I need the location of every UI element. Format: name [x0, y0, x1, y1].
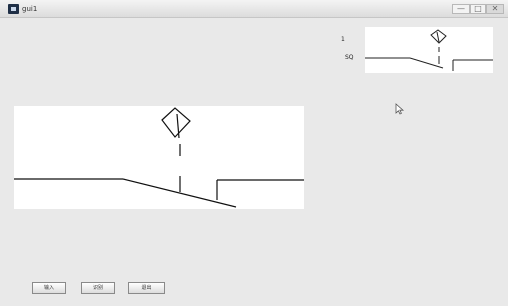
recognize-button[interactable]: 识别 — [81, 282, 115, 294]
input-button[interactable]: 输入 — [32, 282, 66, 294]
exit-button[interactable]: 退出 — [128, 282, 165, 294]
thumb-diamond-divider — [436, 31, 440, 43]
minimize-button[interactable]: — — [452, 4, 470, 14]
mouse-pointer-icon — [395, 103, 405, 115]
main-image-drawing — [14, 107, 304, 208]
title-bar: gui1 — □ ✕ — [0, 0, 508, 18]
main-image-panel — [14, 106, 304, 209]
bottom-side-label: SQ — [345, 54, 354, 61]
window-title: gui1 — [22, 5, 38, 13]
top-side-label: 1 — [341, 36, 345, 43]
thumb-slope-line — [409, 57, 444, 69]
thumbnail-drawing — [365, 29, 493, 71]
maximize-button[interactable]: □ — [470, 4, 486, 14]
close-icon: ✕ — [491, 4, 499, 13]
maximize-icon: □ — [474, 4, 482, 13]
minimize-icon: — — [457, 4, 465, 13]
thumbnail-preview-panel — [365, 27, 493, 73]
main-diamond-shape — [161, 107, 191, 138]
app-icon — [8, 4, 19, 14]
close-button[interactable]: ✕ — [486, 4, 504, 14]
